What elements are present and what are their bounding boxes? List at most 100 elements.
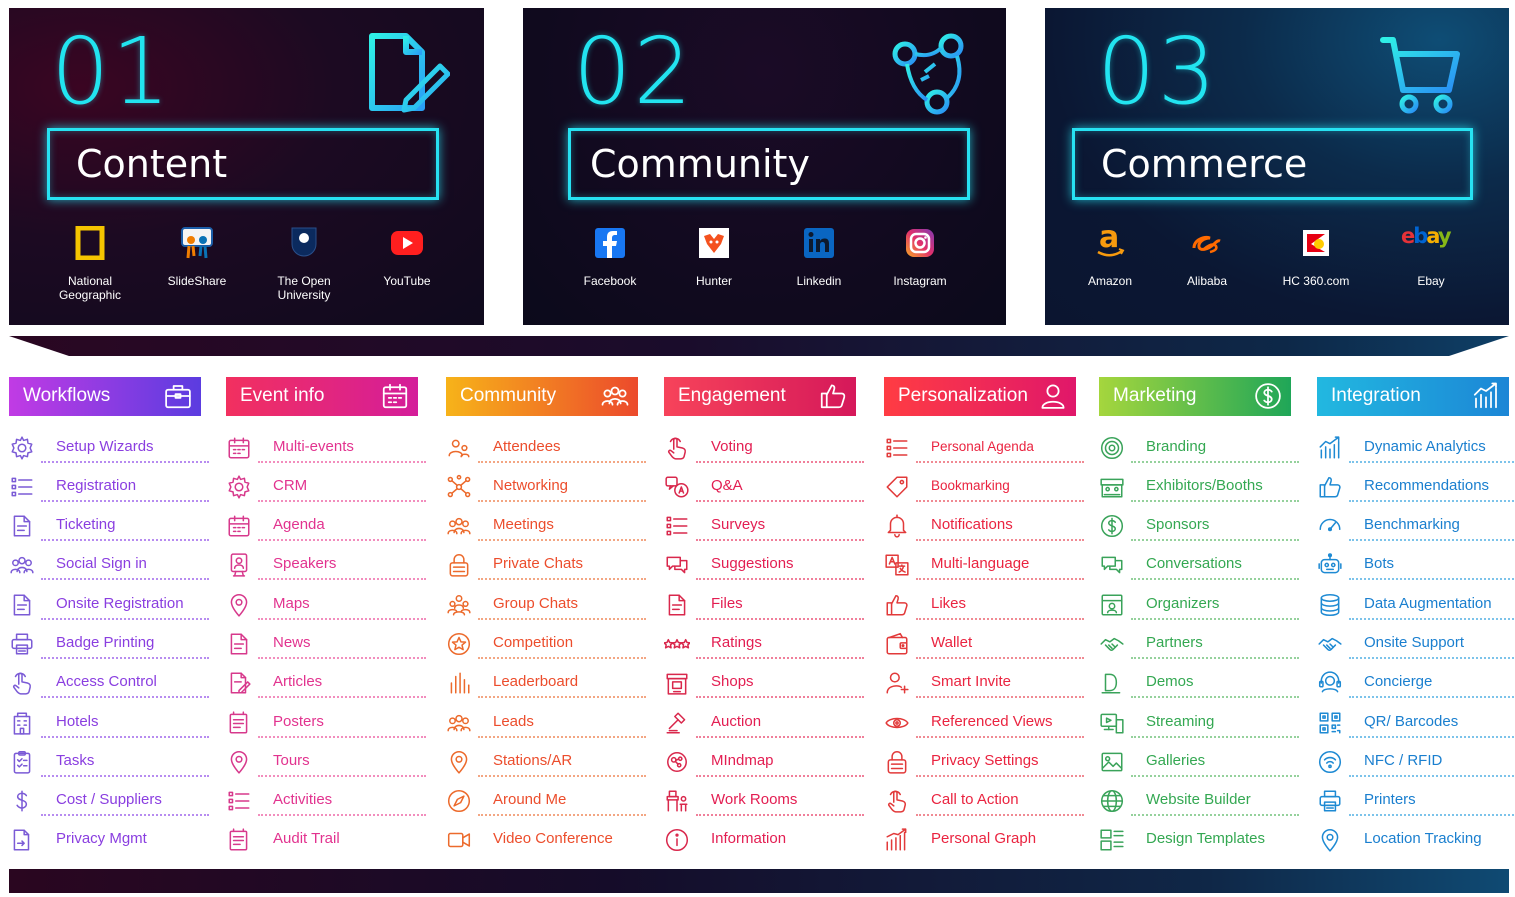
feature-item[interactable]: Networking [446, 466, 646, 504]
feature-item[interactable]: Activities [226, 780, 426, 818]
feature-item[interactable]: Surveys [664, 505, 864, 543]
column-header[interactable]: Personalization [884, 377, 1076, 416]
logo-linkedin[interactable]: Linkedin [767, 226, 871, 288]
feature-item[interactable]: Notifications [884, 505, 1084, 543]
feature-item[interactable]: Printers [1317, 780, 1515, 818]
column-header[interactable]: Event info [226, 377, 418, 416]
feature-item[interactable]: Suggestions [664, 544, 864, 582]
feature-item[interactable]: Group Chats [446, 584, 646, 622]
feature-item[interactable]: Files [664, 584, 864, 622]
feature-item[interactable]: Call to Action [884, 780, 1084, 818]
feature-item[interactable]: Cost / Suppliers [9, 780, 209, 818]
feature-item[interactable]: Personal Graph [884, 819, 1084, 857]
feature-item[interactable]: Q&A [664, 466, 864, 504]
feature-item[interactable]: Tours [226, 741, 426, 779]
feature-item[interactable]: Benchmarking [1317, 505, 1515, 543]
feature-item[interactable]: Multi-language [884, 544, 1084, 582]
feature-item[interactable]: QR/ Barcodes [1317, 702, 1515, 740]
feature-item-label: Articles [273, 673, 323, 690]
feature-item[interactable]: Articles [226, 662, 426, 700]
feature-item[interactable]: Auction [664, 702, 864, 740]
feature-item[interactable]: Competition [446, 623, 646, 661]
feature-item[interactable]: Information [664, 819, 864, 857]
feature-item[interactable]: Private Chats [446, 544, 646, 582]
feature-item[interactable]: Concierge [1317, 662, 1515, 700]
feature-item[interactable]: Access Control [9, 662, 209, 700]
feature-item[interactable]: Recommendations [1317, 466, 1515, 504]
logo-national-geographic[interactable]: National Geographic [38, 225, 142, 302]
feature-item[interactable]: Streaming [1099, 702, 1299, 740]
column-header[interactable]: Workflows [9, 377, 201, 416]
logo-hc360[interactable]: HC 360.com [1264, 226, 1368, 288]
feature-item[interactable]: Video Conference [446, 819, 646, 857]
feature-item[interactable]: Ratings [663, 623, 864, 661]
feature-item[interactable]: Posters [226, 702, 426, 740]
logo-facebook[interactable]: Facebook [558, 226, 662, 288]
feature-item[interactable]: Organizers [1099, 584, 1299, 622]
feature-item[interactable]: Data Augmentation [1317, 584, 1515, 622]
feature-item[interactable]: Tasks [9, 741, 209, 779]
feature-item[interactable]: Multi-events [226, 427, 426, 465]
feature-item[interactable]: Sponsors [1099, 505, 1299, 543]
feature-item[interactable]: Hotels [9, 702, 209, 740]
feature-item[interactable]: Likes [884, 584, 1084, 622]
feature-item[interactable]: Privacy Mgmt [9, 819, 209, 857]
feature-item[interactable]: Leaderboard [446, 662, 646, 700]
feature-item[interactable]: Around Me [446, 780, 646, 818]
column-header[interactable]: Integration [1317, 377, 1509, 416]
feature-item[interactable]: Smart Invite [884, 662, 1084, 700]
feature-item[interactable]: Registration [9, 466, 209, 504]
feature-item[interactable]: Shops [664, 662, 864, 700]
feature-item[interactable]: Setup Wizards [9, 427, 209, 465]
logo-alibaba[interactable]: Alibaba [1155, 226, 1259, 288]
feature-item[interactable]: Referenced Views [884, 702, 1084, 740]
feature-item[interactable]: Audit Trail [226, 819, 426, 857]
feature-item[interactable]: Galleries [1099, 741, 1299, 779]
feature-item[interactable]: News [226, 623, 426, 661]
column-header[interactable]: Engagement [664, 377, 856, 416]
feature-item[interactable]: Meetings [446, 505, 646, 543]
feature-item[interactable]: Privacy Settings [884, 741, 1084, 779]
feature-item[interactable]: Agenda [226, 505, 426, 543]
feature-item[interactable]: Dynamic Analytics [1317, 427, 1515, 465]
feature-item[interactable]: Attendees [446, 427, 646, 465]
logo-instagram[interactable]: Instagram [868, 226, 972, 288]
feature-item[interactable]: Maps [226, 584, 426, 622]
logo-youtube[interactable]: YouTube [355, 226, 459, 288]
feature-item[interactable]: Demos [1099, 662, 1299, 700]
column-header[interactable]: Marketing [1099, 377, 1291, 416]
dotted-divider [916, 775, 1084, 777]
feature-item[interactable]: Work Rooms [664, 780, 864, 818]
feature-item[interactable]: Wallet [884, 623, 1084, 661]
feature-item[interactable]: Voting [664, 427, 864, 465]
feature-item[interactable]: Location Tracking [1317, 819, 1515, 857]
logo-amazon[interactable]: a Amazon [1058, 220, 1162, 288]
feature-item[interactable]: Social Sign in [9, 544, 209, 582]
feature-item[interactable]: Bots [1317, 544, 1515, 582]
column-header[interactable]: Community [446, 377, 638, 416]
feature-item[interactable]: Badge Printing [9, 623, 209, 661]
feature-item[interactable]: Design Templates [1099, 819, 1299, 857]
logo-ebay[interactable]: ebay Ebay [1379, 224, 1483, 288]
feature-item[interactable]: Onsite Registration [9, 584, 209, 622]
feature-item[interactable]: Onsite Support [1317, 623, 1515, 661]
hand-pointer-icon [664, 435, 690, 461]
feature-item[interactable]: MIndmap [664, 741, 864, 779]
feature-item[interactable]: NFC / RFID [1317, 741, 1515, 779]
feature-item[interactable]: Ticketing [9, 505, 209, 543]
feature-item[interactable]: Partners [1099, 623, 1299, 661]
feature-item[interactable]: Conversations [1099, 544, 1299, 582]
feature-item[interactable]: Personal Agenda [884, 427, 1084, 465]
logo-slideshare[interactable]: SlideShare [145, 226, 249, 288]
feature-item[interactable]: Speakers [226, 544, 426, 582]
feature-item[interactable]: Branding [1099, 427, 1299, 465]
feature-item[interactable]: Stations/AR [446, 741, 646, 779]
logo-hunter[interactable]: Hunter [662, 226, 766, 288]
feature-item[interactable]: Website Builder [1099, 780, 1299, 818]
feature-item[interactable]: Exhibitors/Booths [1099, 466, 1299, 504]
feature-item[interactable]: Leads [446, 702, 646, 740]
feature-item[interactable]: Bookmarking [884, 466, 1084, 504]
feature-item-label: Data Augmentation [1364, 595, 1492, 612]
feature-item[interactable]: CRM [226, 466, 426, 504]
logo-open-university[interactable]: The Open University [252, 226, 356, 302]
